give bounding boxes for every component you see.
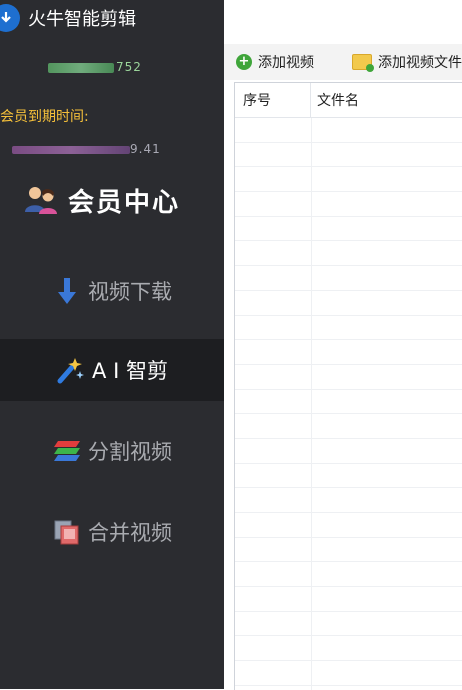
merge-frames-icon xyxy=(52,517,82,547)
table-row xyxy=(235,290,462,316)
table-row xyxy=(235,241,462,267)
member-expiry-label: 会员到期时间: xyxy=(0,109,89,125)
table-row xyxy=(235,513,462,538)
add-video-button[interactable]: + 添加视频 xyxy=(236,50,314,74)
app-title: 火牛智能剪辑 xyxy=(28,9,136,30)
nav-label: 分割视频 xyxy=(88,440,172,464)
table-row xyxy=(235,562,462,588)
table-row xyxy=(235,315,462,341)
table-row xyxy=(235,364,462,390)
user-id: 752 xyxy=(48,60,142,74)
table-row xyxy=(235,118,462,143)
add-folder-label: 添加视频文件 xyxy=(378,55,462,71)
table-row xyxy=(235,463,462,489)
download-arrow-icon xyxy=(52,276,82,306)
nav-item-merge-video[interactable]: 合并视频 xyxy=(0,501,224,563)
magic-wand-icon xyxy=(56,355,86,385)
user-id-redacted xyxy=(48,62,114,73)
table-row xyxy=(235,266,462,291)
table-row xyxy=(235,340,462,365)
nav-item-ai-edit[interactable]: A I 智剪 xyxy=(0,339,224,401)
table-row xyxy=(235,537,462,563)
table-header: 序号 文件名 xyxy=(235,83,462,118)
table-row xyxy=(235,192,462,217)
add-circle-icon: + xyxy=(236,54,252,70)
member-time-suffix: 9.41 xyxy=(130,142,161,156)
member-time-redacted xyxy=(12,145,130,154)
split-layers-icon xyxy=(52,436,82,466)
table-row xyxy=(235,142,462,168)
table-row xyxy=(235,438,462,464)
add-video-folder-button[interactable]: 添加视频文件 xyxy=(352,50,462,74)
column-header-index[interactable]: 序号 xyxy=(235,83,311,117)
member-expiry-time: 9.41 xyxy=(12,142,161,156)
nav-item-split-video[interactable]: 分割视频 xyxy=(0,420,224,482)
table-row xyxy=(235,488,462,513)
user-id-suffix: 752 xyxy=(116,60,142,74)
table-row xyxy=(235,611,462,637)
member-center-label: 会员中心 xyxy=(68,187,181,218)
users-icon xyxy=(22,184,62,216)
table-row xyxy=(235,389,462,415)
nav-item-video-download[interactable]: 视频下载 xyxy=(0,260,224,322)
sidebar: 火牛智能剪辑 752 会员到期时间: 9.41 会员中心 视频下载 A I 智剪… xyxy=(0,0,224,689)
table-row xyxy=(235,414,462,439)
app-header: 火牛智能剪辑 xyxy=(0,0,224,36)
table-body xyxy=(235,118,462,690)
table-row xyxy=(235,661,462,686)
nav-label: 视频下载 xyxy=(88,280,172,304)
file-table: 序号 文件名 xyxy=(234,82,462,690)
table-row xyxy=(235,167,462,193)
app-logo-icon xyxy=(0,4,20,32)
column-header-filename[interactable]: 文件名 xyxy=(311,83,462,117)
main-panel: + 添加视频 添加视频文件 序号 文件名 xyxy=(224,0,462,690)
table-row xyxy=(235,636,462,662)
toolbar: + 添加视频 添加视频文件 xyxy=(224,44,462,80)
member-center-button[interactable]: 会员中心 xyxy=(22,178,180,222)
table-row xyxy=(235,685,462,690)
table-row xyxy=(235,587,462,612)
table-row xyxy=(235,216,462,242)
add-video-label: 添加视频 xyxy=(258,55,314,71)
nav-label: 合并视频 xyxy=(88,521,172,545)
nav-label: A I 智剪 xyxy=(92,359,168,383)
folder-add-icon xyxy=(352,54,374,72)
